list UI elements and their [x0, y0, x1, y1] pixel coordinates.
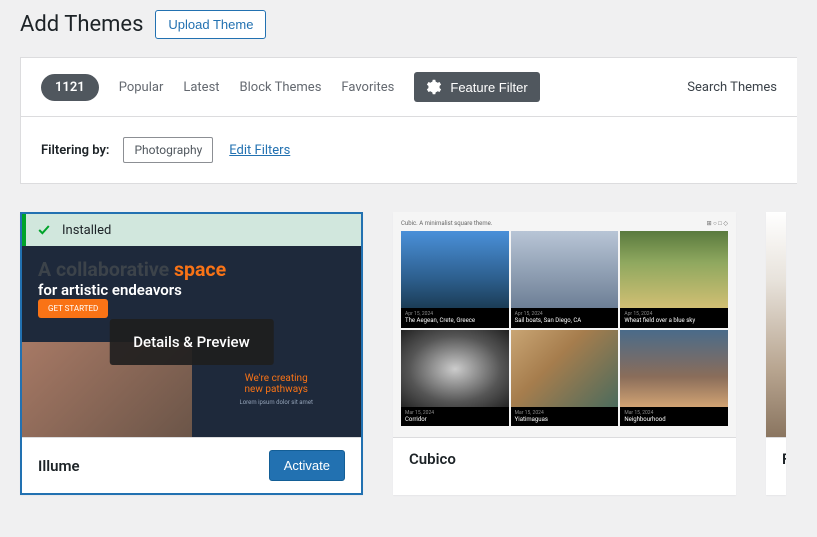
filter-tag-photography[interactable]: Photography: [123, 137, 213, 163]
cubico-tagline: Cubic. A minimalist square theme.: [401, 220, 492, 227]
theme-count-badge: 1121: [41, 74, 99, 101]
theme-name: F: [782, 450, 786, 468]
search-themes-label[interactable]: Search Themes: [687, 80, 777, 95]
filter-bar: 1121 Popular Latest Block Themes Favorit…: [20, 57, 797, 117]
theme-card-illume[interactable]: Installed A collaborative space for arti…: [20, 212, 363, 495]
feature-filter-button[interactable]: Feature Filter: [414, 72, 539, 102]
tab-block-themes[interactable]: Block Themes: [240, 80, 322, 95]
preview-subhead: for artistic endeavors: [38, 281, 345, 299]
tab-latest[interactable]: Latest: [183, 80, 219, 95]
preview-cta: GET STARTED: [38, 299, 108, 318]
theme-card-footer: Cubico: [393, 437, 736, 480]
upload-theme-button[interactable]: Upload Theme: [155, 10, 266, 39]
installed-label: Installed: [62, 223, 111, 238]
theme-name: Illume: [38, 457, 80, 475]
checkmark-icon: [36, 222, 52, 238]
tile-title: Sail boats, San Diego, CA: [515, 317, 582, 324]
preview-headline: A collaborative: [38, 258, 169, 281]
theme-card-footer: Illume Activate: [22, 437, 361, 493]
cubico-icons: ⊞ ○ □ ◇: [707, 220, 728, 227]
theme-name: Cubico: [409, 450, 456, 468]
tab-favorites[interactable]: Favorites: [341, 80, 394, 95]
details-preview-button[interactable]: Details & Preview: [109, 319, 273, 365]
tile-title: Neighbourhood: [624, 416, 665, 423]
preview-right-b: creating: [272, 373, 308, 384]
page-header: Add Themes Upload Theme: [20, 10, 797, 39]
sub-filter-bar: Filtering by: Photography Edit Filters: [20, 117, 797, 184]
installed-banner: Installed: [22, 214, 361, 246]
edit-filters-link[interactable]: Edit Filters: [229, 143, 290, 158]
themes-grid: Installed A collaborative space for arti…: [20, 212, 797, 495]
theme-card-partial[interactable]: F: [766, 212, 786, 495]
filtering-by-label: Filtering by:: [41, 143, 109, 158]
theme-card-footer: F: [766, 437, 786, 480]
tile-title: Wheat field over a blue sky: [624, 317, 695, 324]
tile-title: Corridor: [405, 416, 427, 423]
preview-headline-accent: space: [174, 258, 226, 281]
preview-right-c: new pathways: [245, 384, 308, 395]
page-title: Add Themes: [20, 12, 143, 37]
feature-filter-label: Feature Filter: [450, 80, 527, 95]
theme-screenshot[interactable]: A collaborative space for artistic endea…: [22, 246, 361, 437]
preview-right-a: We're: [245, 373, 269, 384]
activate-button[interactable]: Activate: [269, 450, 345, 481]
gear-icon: [426, 79, 442, 95]
theme-screenshot[interactable]: [766, 212, 786, 437]
tile-title: The Aegean, Crete, Greece: [405, 317, 475, 324]
theme-screenshot[interactable]: Cubic. A minimalist square theme. ⊞ ○ □ …: [393, 212, 736, 437]
tile-title: Yiatimaguas: [515, 416, 548, 423]
theme-card-cubico[interactable]: Cubic. A minimalist square theme. ⊞ ○ □ …: [393, 212, 736, 495]
tab-popular[interactable]: Popular: [119, 80, 164, 95]
